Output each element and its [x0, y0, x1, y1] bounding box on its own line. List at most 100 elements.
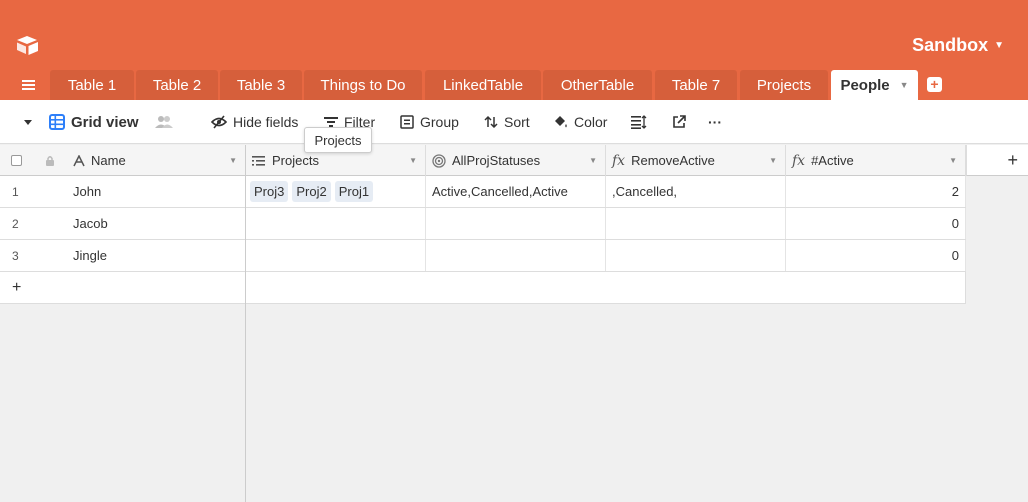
row-number: 2: [12, 216, 19, 231]
all-statuses-cell[interactable]: [426, 208, 606, 239]
add-table-icon[interactable]: +: [927, 77, 942, 92]
base-name-dropdown[interactable]: Sandbox ▼: [912, 35, 1004, 56]
column-header-label: Name: [91, 153, 126, 168]
collaborators-icon[interactable]: [155, 100, 173, 144]
projects-cell[interactable]: Proj3 Proj2 Proj1: [246, 176, 426, 207]
tooltip: Projects: [304, 127, 372, 153]
column-header-removeactive[interactable]: fx RemoveActive ▼: [606, 145, 786, 176]
tab-label: Projects: [756, 76, 812, 94]
tab-label: OtherTable: [560, 76, 635, 94]
tab-label: Table 3: [236, 76, 286, 94]
all-statuses-cell[interactable]: [426, 240, 606, 271]
add-row-icon: +: [12, 278, 22, 296]
tab-projects[interactable]: Projects: [740, 70, 828, 100]
grid-view-icon: [49, 114, 65, 130]
linked-record-icon: [252, 155, 266, 167]
caret-down-icon: ▼: [994, 40, 1004, 51]
remove-active-cell[interactable]: ,Cancelled,: [606, 176, 786, 207]
remove-active-cell[interactable]: [606, 240, 786, 271]
projects-cell[interactable]: [246, 240, 426, 271]
tab-label: Table 1: [67, 76, 117, 94]
table-row[interactable]: 0: [246, 208, 966, 240]
tab-people[interactable]: People ▼: [831, 70, 918, 100]
column-header-label: Projects: [272, 153, 319, 168]
tab-label: Table 2: [152, 76, 202, 94]
active-count-cell[interactable]: 0: [786, 208, 966, 239]
color-button[interactable]: Color: [553, 100, 607, 144]
base-name: Sandbox: [912, 35, 989, 55]
views-toggle-icon[interactable]: [22, 100, 34, 144]
color-label: Color: [574, 114, 608, 130]
hide-fields-button[interactable]: Hide fields: [211, 100, 298, 144]
frozen-column-pane: Name ▼ 1 John 2 Jacob 3 Jingle +: [0, 145, 246, 502]
lock-icon: [32, 145, 67, 176]
table-row[interactable]: 3 Jingle: [0, 240, 245, 272]
table-row[interactable]: Proj3 Proj2 Proj1 Active,Cancelled,Activ…: [246, 176, 966, 208]
hamburger-menu-icon[interactable]: [18, 74, 40, 96]
active-count-cell[interactable]: 2: [786, 176, 966, 207]
tab-things-to-do[interactable]: Things to Do: [304, 70, 422, 100]
column-header-label: RemoveActive: [631, 153, 715, 168]
column-header-name[interactable]: Name ▼: [67, 145, 245, 176]
row-number: 1: [12, 184, 19, 199]
remove-active-cell[interactable]: [606, 208, 786, 239]
table-row[interactable]: 0: [246, 240, 966, 272]
name-cell[interactable]: Jingle: [67, 240, 245, 271]
share-view-icon[interactable]: [672, 100, 686, 144]
tab-label: People: [840, 76, 890, 94]
caret-down-icon[interactable]: ▼: [769, 156, 777, 165]
tab-table-2[interactable]: Table 2: [136, 70, 218, 100]
group-button[interactable]: Group: [400, 100, 459, 144]
caret-down-icon[interactable]: ▼: [900, 80, 909, 90]
column-header-label: AllProjStatuses: [452, 153, 541, 168]
scrollable-column-pane: Projects ▼ AllProjStatuses ▼ fx RemoveAc…: [246, 145, 1028, 502]
view-name: Grid view: [71, 113, 139, 131]
tab-othertable[interactable]: OtherTable: [543, 70, 652, 100]
column-header-active-count[interactable]: fx #Active ▼: [786, 145, 966, 176]
caret-down-icon[interactable]: ▼: [589, 156, 597, 165]
table-row[interactable]: 2 Jacob: [0, 208, 245, 240]
frozen-header-row: Name ▼: [0, 145, 245, 176]
row-height-icon[interactable]: [631, 100, 647, 144]
column-header-allprojstatuses[interactable]: AllProjStatuses ▼: [426, 145, 606, 176]
view-switcher[interactable]: Grid view: [49, 100, 139, 144]
airtable-logo-icon[interactable]: [14, 34, 42, 56]
paint-bucket-icon: [553, 115, 568, 129]
eye-slash-icon: [211, 115, 227, 129]
column-header-label: #Active: [811, 153, 854, 168]
select-all-checkbox[interactable]: [0, 145, 32, 176]
text-field-icon: [73, 154, 85, 167]
caret-down-icon[interactable]: ▼: [229, 156, 237, 165]
active-count-cell[interactable]: 0: [786, 240, 966, 271]
sort-button[interactable]: Sort: [484, 100, 530, 144]
add-row-strip[interactable]: [246, 272, 966, 304]
add-column-button[interactable]: +: [966, 145, 1028, 176]
linked-record-chip[interactable]: Proj1: [334, 181, 374, 202]
app-header: Sandbox ▼ Table 1 Table 2 Table 3 Things…: [0, 0, 1028, 100]
row-number: 3: [12, 248, 19, 263]
tab-table-1[interactable]: Table 1: [50, 70, 134, 100]
name-cell[interactable]: Jacob: [67, 208, 245, 239]
linked-record-chip[interactable]: Proj2: [292, 181, 331, 202]
more-options-button[interactable]: ···: [708, 100, 722, 144]
tab-table-7[interactable]: Table 7: [655, 70, 737, 100]
sort-icon: [484, 115, 498, 129]
tab-label: LinkedTable: [442, 76, 524, 94]
hide-fields-label: Hide fields: [233, 114, 299, 130]
more-icon: ···: [708, 114, 722, 130]
sort-label: Sort: [504, 114, 530, 130]
table-row[interactable]: 1 John: [0, 176, 245, 208]
projects-cell[interactable]: [246, 208, 426, 239]
name-cell[interactable]: John: [67, 176, 245, 207]
tab-table-3[interactable]: Table 3: [220, 70, 302, 100]
caret-down-icon[interactable]: ▼: [949, 156, 957, 165]
add-column-icon: +: [1007, 149, 1018, 170]
tab-label: Table 7: [671, 76, 721, 94]
formula-icon: fx: [792, 152, 806, 169]
caret-down-icon[interactable]: ▼: [409, 156, 417, 165]
tab-label: Things to Do: [320, 76, 406, 94]
linked-record-chip[interactable]: Proj3: [250, 181, 289, 202]
add-row-button[interactable]: +: [0, 272, 245, 304]
all-statuses-cell[interactable]: Active,Cancelled,Active: [426, 176, 606, 207]
tab-linkedtable[interactable]: LinkedTable: [425, 70, 541, 100]
